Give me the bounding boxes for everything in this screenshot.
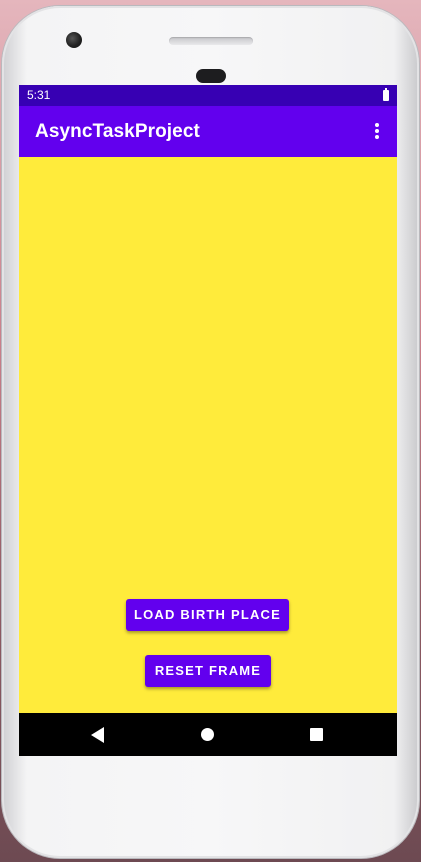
more-vert-icon[interactable] — [365, 118, 389, 144]
app-title: AsyncTaskProject — [35, 121, 200, 142]
front-camera — [66, 32, 82, 48]
proximity-sensor — [196, 69, 226, 83]
battery-icon — [383, 88, 389, 101]
reset-frame-button[interactable]: RESET FRAME — [145, 655, 271, 687]
menu-dot — [375, 129, 379, 133]
navigation-bar — [19, 713, 397, 756]
back-icon[interactable] — [91, 727, 104, 743]
home-icon[interactable] — [201, 728, 214, 741]
menu-dot — [375, 123, 379, 127]
load-birth-place-button[interactable]: LOAD BIRTH PLACE — [126, 599, 289, 631]
status-bar: 5:31 — [19, 85, 397, 106]
earpiece-speaker — [169, 37, 253, 45]
status-time: 5:31 — [27, 88, 51, 102]
main-content: LOAD BIRTH PLACE RESET FRAME — [19, 157, 397, 713]
menu-dot — [375, 135, 379, 139]
app-bar: AsyncTaskProject — [19, 106, 397, 157]
recents-icon[interactable] — [310, 728, 323, 741]
device-screen: 5:31 AsyncTaskProject LOAD BIRTH PLACE R… — [19, 85, 397, 756]
